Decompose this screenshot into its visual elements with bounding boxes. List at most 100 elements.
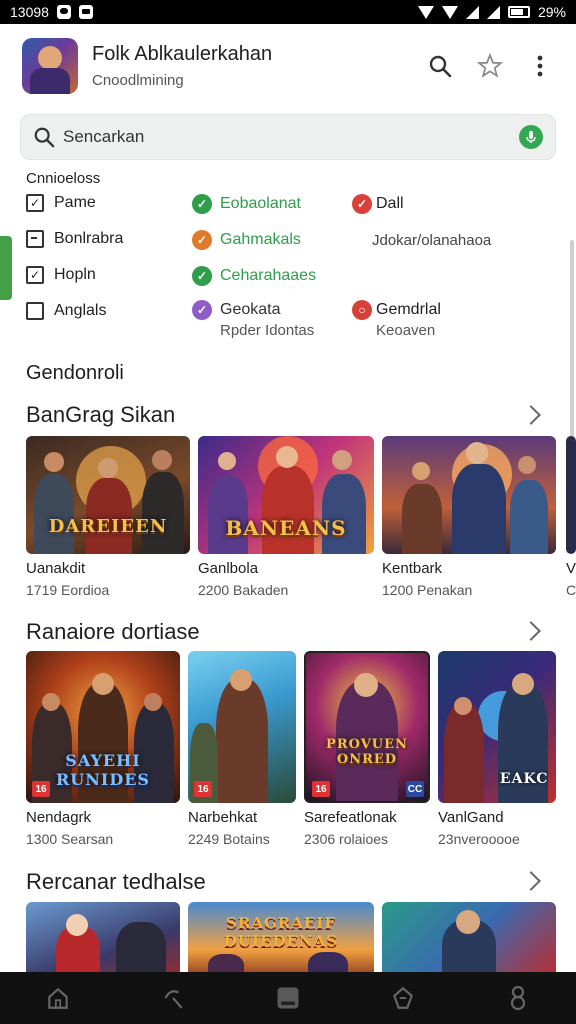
status-sublabel: Rpder Idontas (220, 322, 315, 339)
search-button[interactable] (426, 52, 454, 80)
game-thumbnail: 16 (188, 651, 296, 803)
game-banner-text: BANEANS (225, 516, 347, 540)
filter-row: ✓ Pame ✓ Eobaolanat ✓ Dall (26, 192, 546, 216)
game-title: Kentbark (382, 560, 443, 577)
search-icon (34, 127, 55, 148)
wifi-alt-icon (441, 5, 458, 19)
chevron-right-icon[interactable] (521, 621, 541, 641)
status-bar: 13098 29% (0, 0, 576, 24)
game-meta: 23nverooooe (438, 831, 520, 847)
game-banner-text: PROVUEN ONRED (326, 737, 408, 767)
general-section-label: Gendonroli (26, 362, 124, 384)
nav-library[interactable] (383, 978, 423, 1018)
chevron-right-icon[interactable] (521, 871, 541, 891)
section-title[interactable]: Ranaiore dortiase (26, 619, 200, 645)
game-title: Uanakdit (26, 560, 86, 577)
bottom-navigation (0, 972, 576, 1024)
filter-checkbox[interactable]: ✓ (26, 266, 44, 284)
status-label[interactable]: Ceharahaaes (220, 267, 316, 285)
extra-label[interactable]: Dall (376, 195, 404, 213)
section-title[interactable]: Rercanar tedhalse (26, 869, 206, 895)
game-card[interactable]: SAYEHI RUNIDES 16 Nendagrk 1300 Searsan (26, 651, 180, 851)
search-icon (429, 55, 452, 78)
game-card[interactable]: 16 Narbehkat 2249 Botains (188, 651, 296, 851)
tab-icon (277, 987, 299, 1009)
game-thumbnail: SAYEHI RUNIDES 16 (26, 651, 180, 803)
game-banner-text: DAREIEEN (48, 516, 168, 537)
more-vert-icon (537, 55, 543, 77)
age-rating-badge: 16 (32, 781, 50, 797)
game-meta: 1719 Eordioa (26, 582, 110, 598)
game-thumbnail: EAKC (438, 651, 556, 803)
game-meta: 1300 Searsan (26, 831, 114, 847)
nav-profile[interactable] (498, 978, 538, 1018)
game-thumbnail (382, 902, 556, 972)
filter-checkbox[interactable] (26, 302, 44, 320)
game-meta: 2306 rolaioes (304, 831, 389, 847)
app-notification-icon (78, 5, 93, 19)
favorite-button[interactable] (476, 52, 504, 80)
extra-label[interactable]: Gemdrlal (376, 301, 441, 319)
layers-icon (393, 986, 414, 1009)
game-meta: 2200 Bakaden (198, 582, 289, 598)
status-label[interactable]: Geokata (220, 301, 280, 319)
game-title: Narbehkat (188, 809, 258, 826)
filter-checkbox[interactable] (26, 230, 44, 248)
search-bar[interactable]: Sencarkan (20, 114, 556, 160)
status-check-icon: ✓ (192, 266, 212, 286)
nav-tabs[interactable] (268, 978, 308, 1018)
app-header: Folk Ablkaulerkahan Cnoodlmining (0, 28, 576, 104)
alert-icon: ✓ (352, 194, 372, 214)
game-meta: 2249 Botains (188, 831, 270, 847)
more-options-button[interactable] (526, 52, 554, 80)
game-card[interactable]: BANEANS Ganlbola 2200 Bakaden (198, 436, 374, 602)
status-left: 13098 (10, 4, 93, 20)
profile-icon (511, 985, 526, 1011)
game-card[interactable] (26, 902, 180, 972)
search-input[interactable]: Sencarkan (63, 127, 519, 147)
signal-alt-icon (486, 5, 500, 19)
nav-home[interactable] (38, 978, 78, 1018)
filter-row: Anglals ✓ Geokata Rpder Idontas ○ Gemdrl… (26, 300, 546, 344)
status-check-icon: ✓ (192, 300, 212, 320)
game-thumbnail (566, 436, 576, 554)
game-title: Sarefeatlonak (304, 809, 397, 826)
status-label[interactable]: Eobaolanat (220, 195, 301, 213)
game-card[interactable]: Kentbark 1200 Penakan (382, 436, 556, 602)
section-title[interactable]: BanGrag Sikan (26, 402, 175, 428)
game-card[interactable]: V C (566, 436, 576, 602)
status-check-icon: ✓ (192, 194, 212, 214)
mic-icon (526, 131, 536, 143)
voice-search-button[interactable] (519, 125, 543, 149)
nav-back[interactable] (153, 978, 193, 1018)
game-card[interactable]: PROVUEN ONRED 16 CC Sarefeatlonak 2306 r… (304, 651, 430, 851)
battery-icon (507, 6, 530, 18)
app-logo (22, 38, 78, 94)
status-label[interactable]: Gahmakals (220, 231, 301, 249)
filter-checkbox-label: Anglals (54, 302, 107, 319)
status-check-icon: ✓ (192, 230, 212, 250)
game-card[interactable] (382, 902, 556, 972)
side-drawer-handle[interactable] (0, 236, 12, 300)
game-card[interactable]: EAKC VanlGand 23nverooooe (438, 651, 556, 851)
game-card[interactable]: SRAGRAEIF DUIEDENAS (188, 902, 374, 972)
game-thumbnail: BANEANS (198, 436, 374, 554)
extra-label[interactable]: Jdokar/olanahaoa (372, 232, 491, 249)
game-thumbnail (26, 902, 180, 972)
wifi-icon (417, 5, 434, 19)
game-thumbnail (382, 436, 556, 554)
alert-icon: ○ (352, 300, 372, 320)
game-meta: C (566, 582, 576, 598)
header-actions (426, 52, 554, 80)
chevron-right-icon[interactable] (521, 405, 541, 425)
game-thumbnail: DAREIEEN (26, 436, 190, 554)
game-card[interactable]: DAREIEEN Uanakdit 1719 Eordioa (26, 436, 190, 602)
platform-badge: CC (406, 781, 424, 797)
game-banner-text: EAKC (499, 771, 549, 787)
game-thumbnail: SRAGRAEIF DUIEDENAS (188, 902, 374, 972)
filters-panel: ✓ Pame ✓ Eobaolanat ✓ Dall Bonlrabra ✓ G… (26, 192, 546, 348)
filter-checkbox[interactable]: ✓ (26, 194, 44, 212)
back-icon (164, 990, 183, 1009)
game-meta: 1200 Penakan (382, 582, 473, 598)
scrollbar[interactable] (570, 240, 574, 440)
